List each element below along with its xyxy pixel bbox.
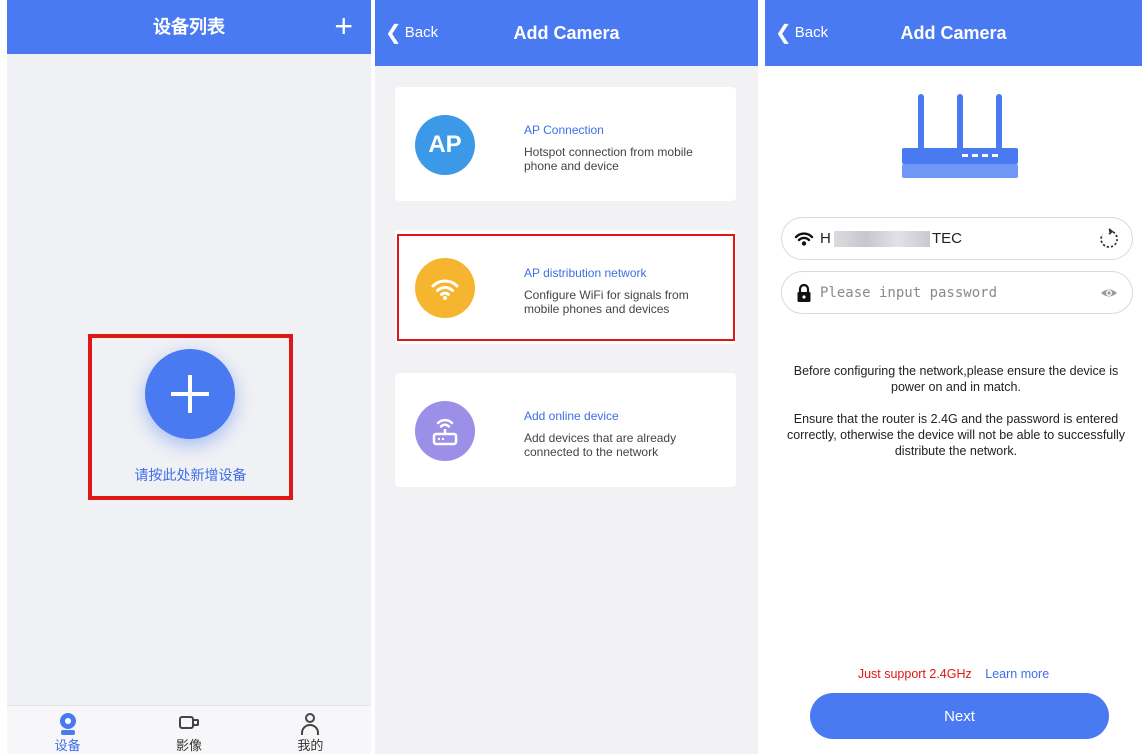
tab-videos[interactable]: 影像 — [128, 706, 249, 754]
add-device-plus-icon[interactable]: + — [334, 8, 353, 44]
video-icon — [176, 712, 202, 734]
page-title: Add Camera — [513, 23, 620, 43]
add-device-hint[interactable]: 请按此处新增设备 — [88, 465, 293, 485]
highlight-box — [397, 234, 735, 341]
option-ap-connection[interactable]: AP AP Connection Hotspot connection from… — [395, 87, 736, 201]
password-input[interactable] — [820, 272, 1090, 313]
option-title: AP Connection — [524, 123, 604, 137]
add-device-button[interactable] — [145, 349, 235, 439]
ssid-suffix: TEC — [932, 230, 962, 247]
option-description: Add devices that are already connected t… — [524, 431, 677, 459]
user-icon — [297, 712, 323, 735]
support-line: Just support 2.4GHz Learn more — [765, 667, 1142, 681]
ap-icon: AP — [415, 115, 475, 175]
tab-label: 我的 — [297, 738, 324, 753]
option-add-online-device[interactable]: Add online device Add devices that are a… — [395, 373, 736, 487]
camera-icon — [55, 712, 81, 735]
password-field[interactable] — [781, 271, 1133, 314]
router-icon — [415, 401, 475, 461]
add-camera-screen: ❮ Back Add Camera AP AP Connection Hotspo… — [375, 0, 758, 754]
ssid-prefix: H — [820, 230, 831, 247]
header-bar: 设备列表 + — [7, 0, 371, 54]
device-list-area: 请按此处新增设备 — [7, 54, 371, 706]
page-title: Add Camera — [900, 23, 1007, 43]
instruction-power: Before configuring the network,please en… — [793, 364, 1119, 394]
wifi-setup-screen: ❮ Back Add Camera H TEC Before configuri… — [765, 0, 1142, 754]
option-title: Add online device — [524, 409, 619, 423]
header-bar: ❮ Back Add Camera — [765, 0, 1142, 66]
header-bar: ❮ Back Add Camera — [375, 0, 758, 66]
tab-devices[interactable]: 设备 — [7, 706, 128, 754]
support-warning: Just support 2.4GHz — [857, 667, 972, 681]
router-illustration — [902, 94, 1018, 178]
bottom-tab-bar: 设备 影像 我的 — [7, 705, 371, 754]
wifi-ssid-field[interactable]: H TEC — [781, 217, 1133, 260]
instruction-router: Ensure that the router is 2.4G and the p… — [786, 412, 1126, 458]
wifi-icon — [794, 232, 814, 246]
tab-mine[interactable]: 我的 — [250, 706, 371, 754]
option-description: Hotspot connection from mobile phone and… — [524, 145, 693, 173]
lock-icon — [797, 283, 811, 302]
eye-icon[interactable] — [1100, 285, 1118, 301]
ssid-redaction — [834, 231, 930, 247]
device-list-screen: 设备列表 + 请按此处新增设备 设备 影像 我的 — [7, 0, 371, 754]
tab-label: 影像 — [175, 738, 202, 753]
learn-more-link[interactable]: Learn more — [985, 667, 1049, 681]
tab-label: 设备 — [54, 738, 81, 753]
next-button[interactable]: Next — [810, 693, 1109, 739]
ap-icon-text: AP — [428, 131, 462, 158]
page-title: 设备列表 — [153, 17, 225, 37]
refresh-icon[interactable] — [1098, 228, 1120, 250]
